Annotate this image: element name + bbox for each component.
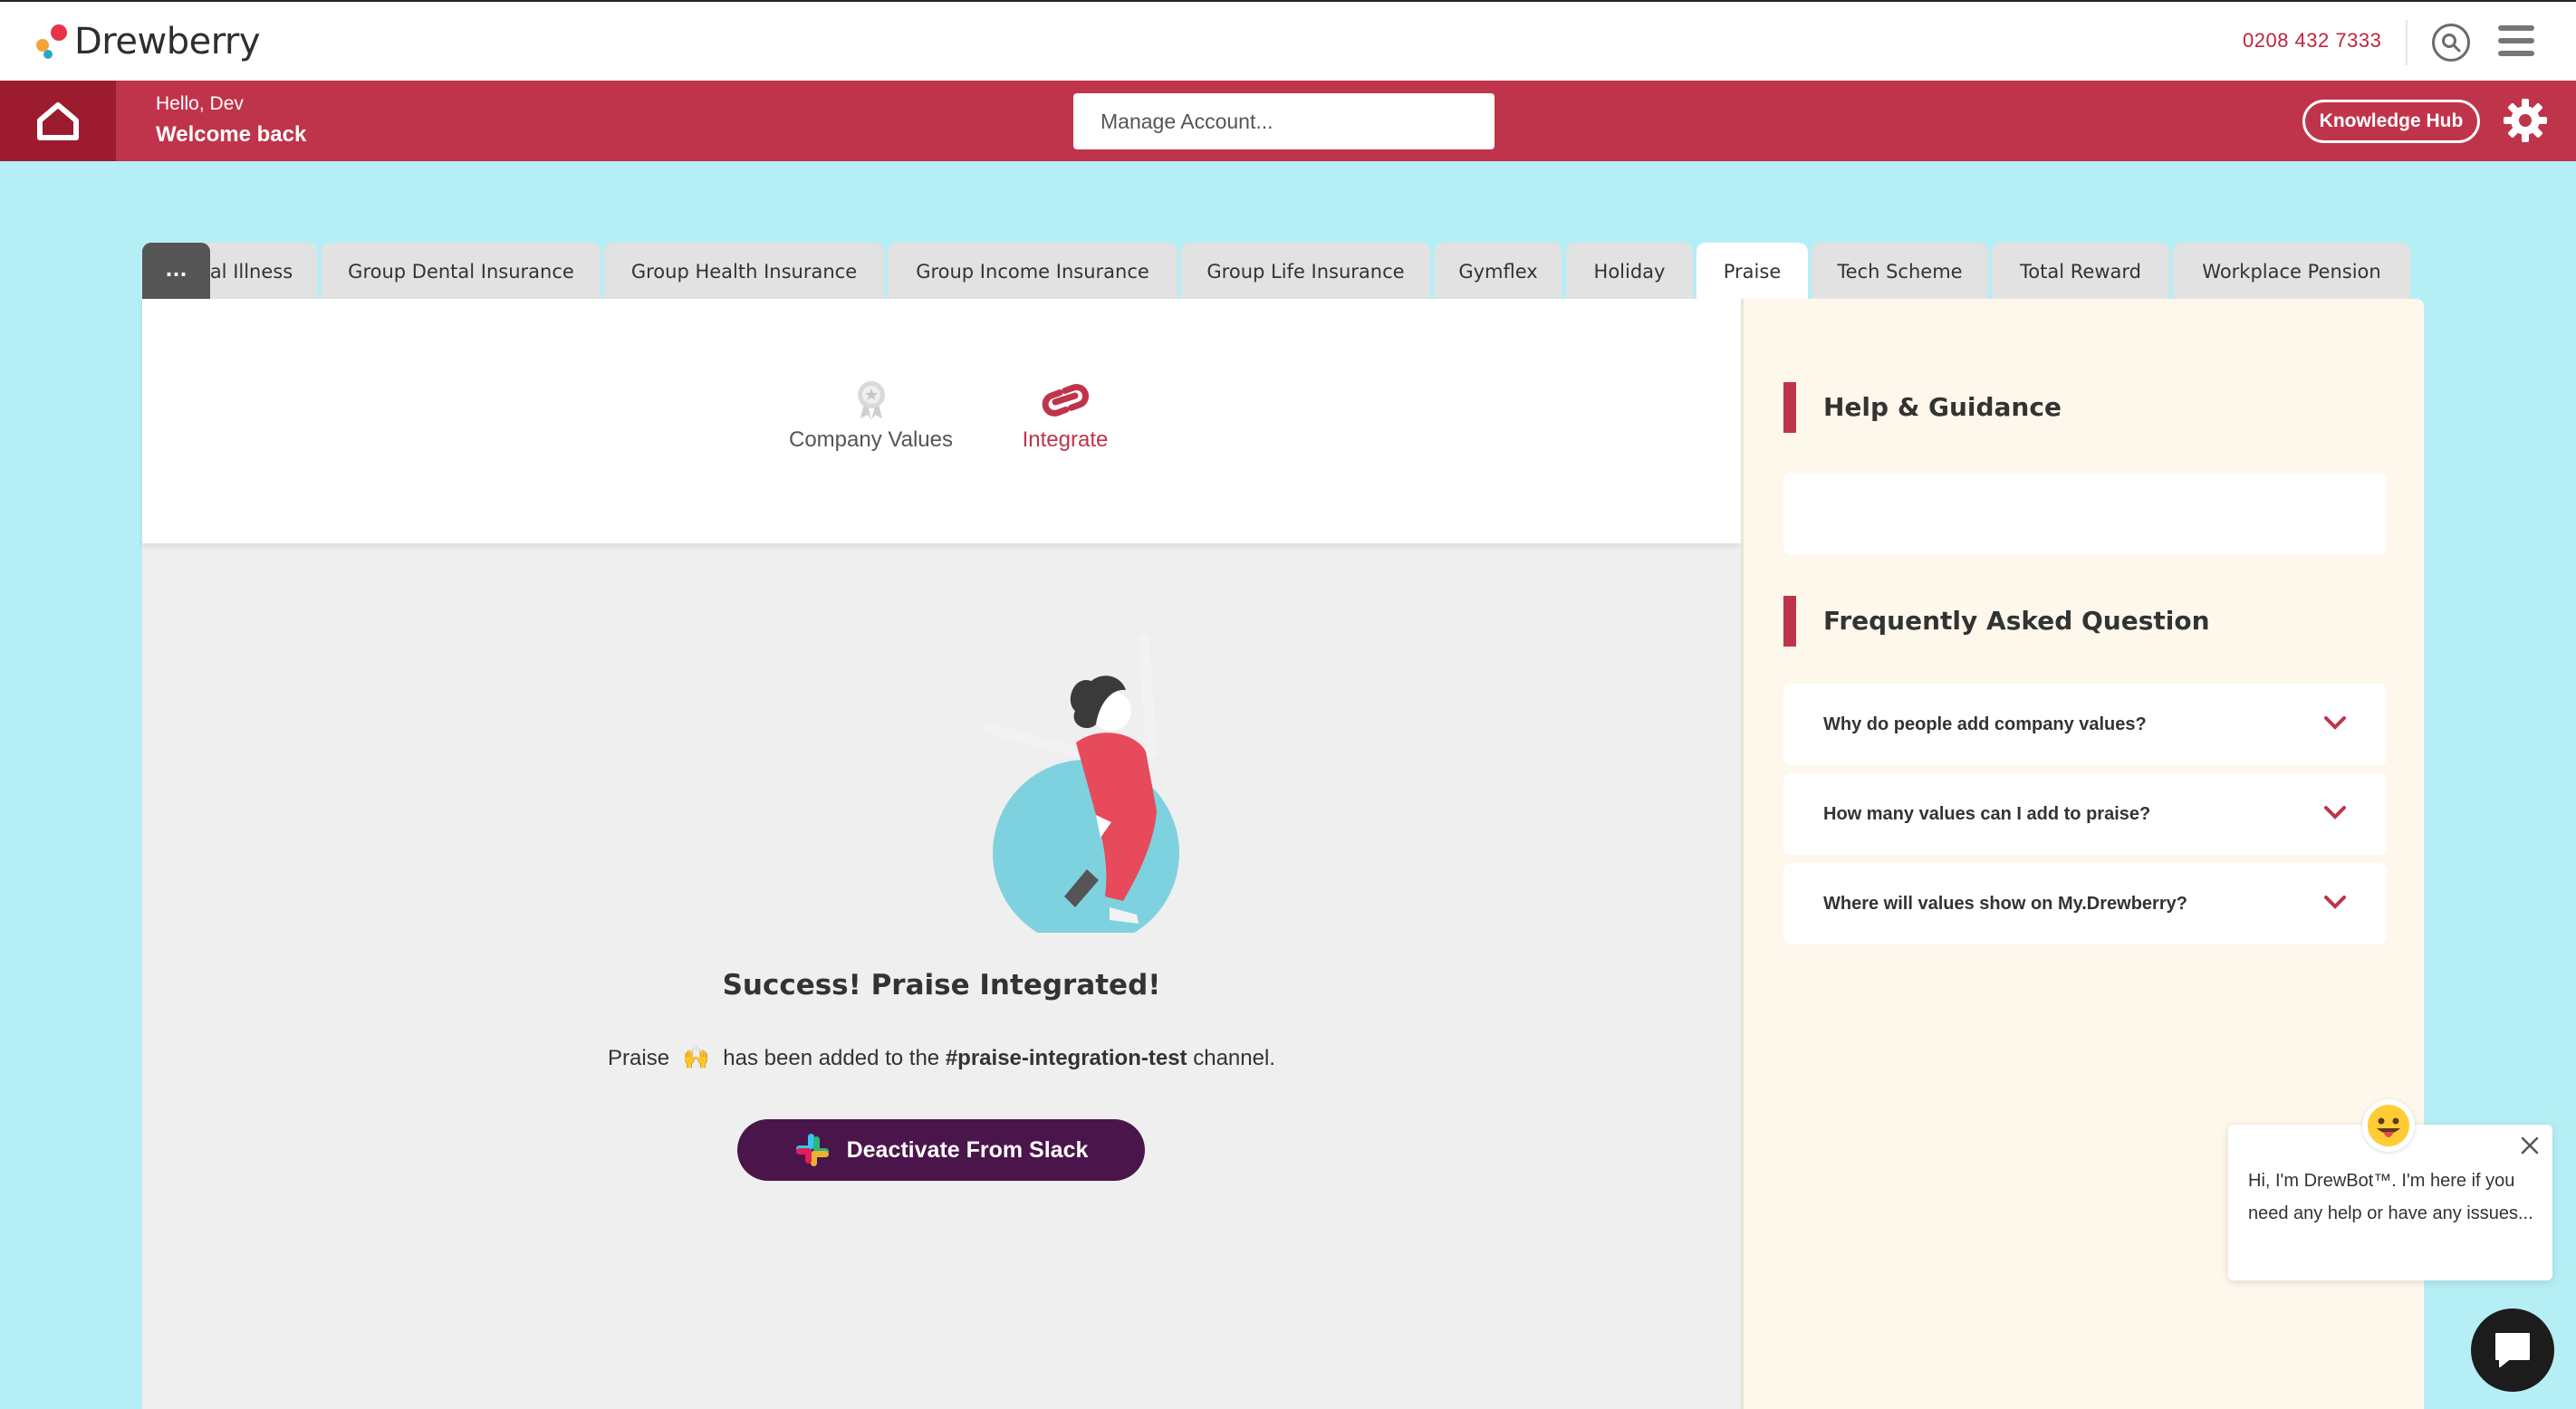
chevron-down-icon	[2324, 806, 2346, 820]
praise-main-panel: Company Values Integrate Success! Praise…	[142, 299, 1741, 1409]
chatbot-emoji-avatar	[2362, 1099, 2415, 1152]
divider	[2406, 20, 2408, 65]
hamburger-menu-icon[interactable]	[2498, 25, 2534, 56]
account-nav-bar: Hello, Dev Welcome back Knowledge Hub	[0, 81, 2576, 161]
faq-title: Frequently Asked Question	[1783, 596, 2210, 647]
search-icon	[2442, 34, 2461, 53]
manage-account-input[interactable]	[1073, 93, 1495, 149]
praise-subnav: Company Values Integrate	[142, 299, 1741, 543]
home-button[interactable]	[0, 81, 116, 161]
phone-number[interactable]: 0208 432 7333	[2243, 29, 2381, 53]
help-content-box	[1783, 473, 2387, 554]
chevron-down-icon	[2324, 896, 2346, 909]
subnav-integrate[interactable]: Integrate	[1006, 379, 1124, 453]
tab-group-income-insurance[interactable]: Group Income Insurance	[888, 243, 1177, 301]
faq-item[interactable]: Why do people add company values?	[1783, 684, 2387, 765]
channel-name: #praise-integration-test	[945, 1046, 1187, 1070]
link-chain-icon	[1042, 384, 1090, 417]
raised-hands-emoji: 🙌	[682, 1046, 710, 1070]
brand-logo[interactable]: Drewberry	[34, 18, 261, 65]
home-icon	[37, 102, 79, 140]
tab-workplace-pension[interactable]: Workplace Pension	[2173, 243, 2410, 301]
chat-bubble-icon	[2495, 1333, 2530, 1367]
celebration-illustration	[985, 635, 1179, 933]
deactivate-slack-button[interactable]: Deactivate From Slack	[737, 1119, 1145, 1181]
tab-group-life-insurance[interactable]: Group Life Insurance	[1181, 243, 1430, 301]
welcome-text: Welcome back	[156, 122, 307, 147]
tab-total-reward[interactable]: Total Reward	[1992, 243, 2169, 301]
tab-gymflex[interactable]: Gymflex	[1435, 243, 1562, 301]
tab-holiday[interactable]: Holiday	[1566, 243, 1693, 301]
gear-icon[interactable]	[2502, 97, 2549, 144]
chevron-down-icon	[2324, 716, 2346, 730]
smiley-tongue-icon	[2368, 1105, 2409, 1146]
knowledge-hub-button[interactable]: Knowledge Hub	[2302, 100, 2480, 143]
tab-group-health-insurance[interactable]: Group Health Insurance	[604, 243, 884, 301]
slack-logo-icon	[795, 1134, 829, 1166]
faq-item[interactable]: How many values can I add to praise?	[1783, 773, 2387, 855]
award-ribbon-icon	[857, 381, 885, 420]
chatbot-message-text: Hi, I'm DrewBot™. I'm here if you need a…	[2248, 1171, 2533, 1223]
faq-item[interactable]: Where will values show on My.Drewberry?	[1783, 863, 2387, 944]
search-button[interactable]	[2432, 24, 2470, 62]
greeting-text: Hello, Dev	[156, 93, 244, 114]
help-guidance-title: Help & Guidance	[1783, 382, 2062, 433]
tab-overflow-more[interactable]: ...	[142, 243, 210, 301]
tab-praise[interactable]: Praise	[1697, 243, 1808, 302]
success-title: Success! Praise Integrated!	[722, 969, 1161, 1002]
logo-mark-icon	[34, 21, 71, 62]
integration-message: Praise 🙌 has been added to the #praise-i…	[608, 1046, 1275, 1070]
tab-tech-scheme[interactable]: Tech Scheme	[1812, 243, 1988, 301]
top-bar: Drewberry 0208 432 7333	[0, 0, 2576, 81]
chat-launcher-button[interactable]	[2471, 1308, 2554, 1392]
subnav-company-values[interactable]: Company Values	[787, 379, 955, 453]
tab-group-dental-insurance[interactable]: Group Dental Insurance	[322, 243, 601, 301]
close-icon[interactable]	[2520, 1136, 2540, 1155]
brand-name: Drewberry	[74, 21, 261, 62]
